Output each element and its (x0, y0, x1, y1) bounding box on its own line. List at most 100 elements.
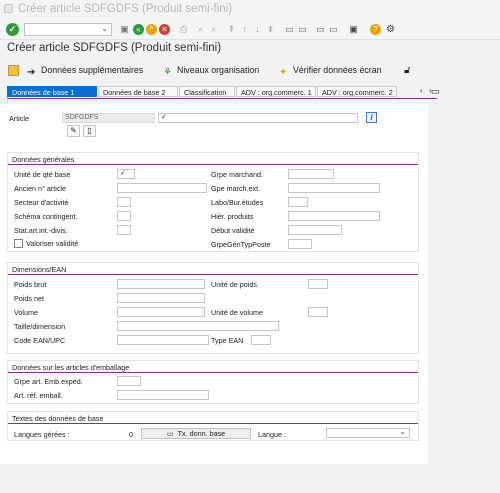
chevron-down-icon: ⌄ (101, 24, 108, 33)
validity-start-label: Début validité (211, 226, 255, 235)
goods-group-field[interactable] (288, 169, 334, 179)
pack-group-label: Grpe art. Emb.expéd. (14, 377, 83, 386)
check-icon: ✦ (279, 67, 288, 78)
next-page-icon[interactable]: ↓ (252, 24, 263, 35)
sales-org-button[interactable] (8, 65, 22, 78)
stat-art-label: Stat.art.int.-divis. (14, 226, 68, 235)
article-label: Article (9, 114, 29, 123)
stat-art-field[interactable] (117, 225, 131, 235)
volume-field[interactable] (117, 307, 205, 317)
window-title-bar: Créer article SDFGDFS (Produit semi-fini… (0, 0, 500, 19)
gen-item-cat-group-field[interactable] (288, 239, 312, 249)
save-icon[interactable]: ▣ (119, 24, 130, 35)
window-icon[interactable]: ▣ (348, 24, 359, 35)
gross-weight-label: Poids brut (14, 280, 47, 289)
base-texts-title: Textes des données de base (12, 414, 104, 423)
base-text-button[interactable]: ▭ Tx. donn. base (141, 428, 251, 439)
enter-icon[interactable]: ✓ (6, 23, 19, 36)
volume-unit-label: Unité de volume (211, 308, 263, 317)
info-icon[interactable]: i (366, 112, 377, 123)
gen-item-cat-group-label: GrpeGénTypPoste (211, 240, 271, 249)
languages-managed-label: Langues gérées : (14, 430, 70, 439)
additional-data-button[interactable]: ➔ Données supplémentaires (27, 65, 143, 78)
arrow-right-icon: ➔ (27, 67, 36, 78)
ean-type-field[interactable] (251, 335, 271, 345)
weight-unit-field[interactable] (308, 279, 328, 289)
product-hierarchy-label: Hiér. produits (211, 212, 254, 221)
find-icon[interactable]: ⌕ (195, 24, 206, 35)
cancel-icon[interactable]: ✕ (159, 24, 170, 35)
ref-art-packaging-field[interactable] (117, 390, 209, 400)
pack-group-field[interactable] (117, 376, 141, 386)
volume-unit-field[interactable] (308, 307, 328, 317)
tab-donnees-de-base-1[interactable]: Données de base 1 (7, 86, 97, 97)
business-sector-field[interactable] (117, 197, 131, 207)
ref-art-packaging-label: Art. réf. emball. (14, 391, 63, 400)
base-text-button-label: Tx. donn. base (177, 429, 226, 438)
gross-weight-field[interactable] (117, 279, 205, 289)
pencil-icon[interactable]: ✎ (67, 125, 80, 137)
first-page-icon[interactable]: ⇞ (226, 24, 237, 35)
old-article-no-label: Ancien n° article (14, 184, 67, 193)
goods-group-ext-field[interactable] (288, 183, 380, 193)
old-article-no-field[interactable] (117, 183, 207, 193)
contingent-scheme-label: Schéma contingent. (14, 212, 78, 221)
window-menu-icon[interactable] (4, 4, 13, 13)
product-hierarchy-field[interactable] (288, 211, 380, 221)
business-sector-label: Secteur d'activité (14, 198, 69, 207)
help-icon[interactable]: ? (370, 24, 381, 35)
check-screen-button[interactable]: ✦ Vérifier données écran (279, 65, 382, 78)
exit-icon[interactable]: ^ (146, 24, 157, 35)
shortcut-icon[interactable]: ▭ (297, 24, 308, 35)
unit-qty-base-label: Unité de qté base (14, 170, 71, 179)
settings-gear-icon[interactable]: ⚙ (385, 24, 396, 35)
weight-unit-label: Unité de poids (211, 280, 257, 289)
tab-prev-icon[interactable]: ‹ (420, 86, 423, 95)
unit-qty-base-field[interactable]: ✓ (117, 169, 135, 179)
print-icon[interactable]: ⎙ (178, 24, 189, 35)
command-field[interactable]: ⌄ (24, 23, 112, 36)
tab-classification[interactable]: Classification (179, 86, 235, 97)
org-levels-button[interactable]: ⚘ Niveaux organisation (163, 65, 259, 78)
ean-upc-label: Code EAN/UPC (14, 336, 66, 345)
tab-list-icon[interactable]: ▭ (431, 86, 440, 97)
tab-donnees-de-base-2[interactable]: Données de base 2 (98, 86, 178, 97)
lock-icon[interactable]: 🔓︎ (404, 65, 410, 78)
contingent-scheme-field[interactable] (117, 211, 131, 221)
back-icon[interactable]: « (133, 24, 144, 35)
tab-adv-org-commerc-1[interactable]: ADV : org.commerc. 1 (236, 86, 316, 97)
goods-group-label: Grpe marchand. (211, 170, 263, 179)
languages-count: 0 (129, 430, 133, 439)
document-icon[interactable]: ▯ (83, 125, 96, 137)
lab-office-field[interactable] (288, 197, 308, 207)
validate-validity-label: Valoriser validité (26, 239, 79, 248)
last-page-icon[interactable]: ⇟ (265, 24, 276, 35)
find-next-icon[interactable]: ⌕ (208, 24, 219, 35)
packaging-title: Données sur les articles d'emballage (12, 363, 130, 372)
dimensions-ean-title: Dimensions/EAN (12, 265, 67, 274)
group-line (8, 372, 418, 373)
base-texts-group: Textes des données de base Langues gérée… (7, 411, 419, 441)
group-line (8, 423, 418, 424)
size-dimension-field[interactable] (117, 321, 279, 331)
validate-validity-checkbox[interactable] (14, 239, 23, 248)
previous-page-icon[interactable]: ↑ (239, 24, 250, 35)
general-data-group: Données générales Unité de qté base ✓ An… (7, 152, 419, 252)
net-weight-field[interactable] (117, 293, 205, 303)
tab-underline (7, 98, 437, 99)
system-toolbar: ✓ ⌄ ▣ « ^ ✕ ⎙ ⌕ ⌕ ⇞ ↑ ↓ ⇟ ▭ ▭ ▭ ▭ ▣ ? ⚙ (0, 20, 500, 40)
packaging-group: Données sur les articles d'emballage Grp… (7, 360, 419, 404)
validity-start-field[interactable] (288, 225, 342, 235)
tab-adv-org-commerc-2[interactable]: ADV : org.commerc. 2 (317, 86, 397, 97)
ean-upc-field[interactable] (117, 335, 209, 345)
language-select[interactable]: ⌄ (326, 428, 410, 438)
new-session-icon[interactable]: ▭ (284, 24, 295, 35)
article-number-field: SDFGDFS (62, 113, 155, 123)
group-line (8, 164, 418, 165)
dimensions-ean-group: Dimensions/EAN Poids brut Poids net Volu… (7, 262, 419, 354)
net-weight-label: Poids net (14, 294, 44, 303)
layout-icon[interactable]: ▭ (315, 24, 326, 35)
goods-group-ext-label: Gpe march.ext. (211, 184, 261, 193)
layout2-icon[interactable]: ▭ (328, 24, 339, 35)
article-description-field[interactable]: ✓ (158, 113, 358, 123)
